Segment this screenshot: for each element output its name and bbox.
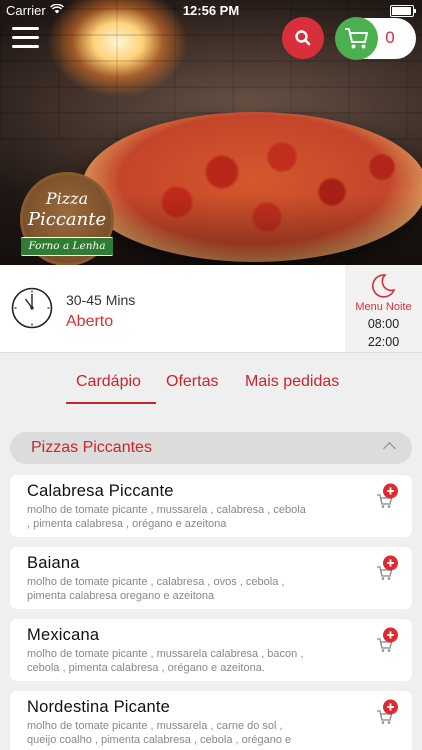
logo-banner: Forno a Lenha xyxy=(21,237,113,256)
menu-night-close-time: 22:00 xyxy=(367,335,400,349)
menu-night-open-time: 08:00 xyxy=(367,317,400,331)
item-name: Nordestina Picante xyxy=(27,698,171,716)
tab-cardapio[interactable]: Cardápio xyxy=(76,373,141,391)
menu-item[interactable]: Calabresa Piccante molho de tomate pican… xyxy=(10,475,412,537)
menu-item[interactable]: Baiana molho de tomate picante , calabre… xyxy=(10,547,412,609)
item-description: molho de tomate picante , mussarela , ca… xyxy=(27,720,292,746)
cart-count: 0 xyxy=(385,28,395,47)
moon-icon xyxy=(371,274,396,298)
delivery-time: 30-45 Mins xyxy=(66,292,136,308)
item-description: molho de tomate picante , mussarela cala… xyxy=(27,648,304,674)
clock-icon xyxy=(11,287,53,329)
menu-item[interactable]: Mexicana molho de tomate picante , mussa… xyxy=(10,619,412,681)
menu-night-title: Menu Noite xyxy=(355,301,412,313)
cart-icon xyxy=(345,28,368,49)
item-name: Mexicana xyxy=(27,626,100,644)
search-icon xyxy=(295,30,311,46)
status-time: 12:56 PM xyxy=(182,3,240,18)
menu-night-panel: Menu Noite 08:00 22:00 xyxy=(345,265,422,352)
restaurant-logo: Pizza Piccante Forno a Lenha xyxy=(20,172,114,265)
item-description: molho de tomate picante , mussarela , ca… xyxy=(27,504,306,530)
chevron-up-icon xyxy=(383,442,396,455)
add-to-cart-icon[interactable] xyxy=(375,627,399,653)
menu-button[interactable] xyxy=(12,27,39,49)
open-status: Aberto xyxy=(66,313,114,330)
category-title: Pizzas Piccantes xyxy=(31,439,152,456)
battery-icon xyxy=(390,5,416,17)
search-button[interactable] xyxy=(282,17,324,59)
logo-text-line1: Pizza xyxy=(45,189,89,208)
item-description: molho de tomate picante , calabresa , ov… xyxy=(27,576,285,602)
menu-item[interactable]: Nordestina Picante molho de tomate pican… xyxy=(10,691,412,750)
menu-icon xyxy=(12,27,39,30)
tab-ofertas[interactable]: Ofertas xyxy=(166,373,218,391)
item-name: Calabresa Piccante xyxy=(27,482,174,500)
item-name: Baiana xyxy=(27,554,80,572)
active-tab-indicator xyxy=(66,402,156,404)
add-to-cart-icon[interactable] xyxy=(375,483,399,509)
add-to-cart-icon[interactable] xyxy=(375,699,399,725)
cart-button[interactable] xyxy=(335,17,378,60)
add-to-cart-icon[interactable] xyxy=(375,555,399,581)
tab-bar: Cardápio Ofertas Mais pedidas xyxy=(0,352,422,412)
hero-banner: Carrier 12:56 PM 0 Pizza Piccante Forno … xyxy=(0,0,422,265)
tab-mais-pedidas[interactable]: Mais pedidas xyxy=(245,373,339,391)
logo-text-line2: Piccante xyxy=(27,209,107,230)
restaurant-info: 30-45 Mins Aberto Menu Noite 08:00 22:00 xyxy=(0,265,422,353)
category-header[interactable]: Pizzas Piccantes xyxy=(10,432,412,464)
